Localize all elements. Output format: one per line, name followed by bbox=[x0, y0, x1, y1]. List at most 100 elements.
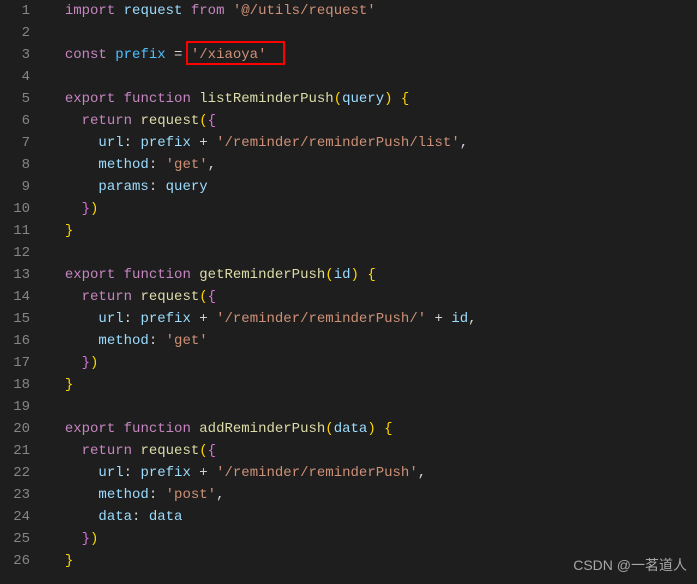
function-call: request bbox=[140, 113, 199, 129]
identifier: prefix bbox=[140, 311, 190, 327]
code-line: return request({ bbox=[48, 440, 697, 462]
function-call: request bbox=[140, 289, 199, 305]
string-literal: '/xiaoya' bbox=[191, 47, 267, 63]
line-number: 19 bbox=[0, 396, 30, 418]
function-name: listReminderPush bbox=[199, 91, 333, 107]
identifier: prefix bbox=[115, 47, 165, 63]
param: id bbox=[334, 267, 351, 283]
code-line: return request({ bbox=[48, 286, 697, 308]
line-number: 4 bbox=[0, 66, 30, 88]
code-line: method: 'post', bbox=[48, 484, 697, 506]
line-number: 14 bbox=[0, 286, 30, 308]
line-number: 10 bbox=[0, 198, 30, 220]
code-editor[interactable]: 1234567891011121314151617181920212223242… bbox=[0, 0, 697, 572]
property: method bbox=[98, 333, 148, 349]
code-line: } bbox=[48, 374, 697, 396]
code-line bbox=[48, 242, 697, 264]
property: url bbox=[98, 465, 123, 481]
line-number: 12 bbox=[0, 242, 30, 264]
code-line bbox=[48, 396, 697, 418]
string-literal: '/reminder/reminderPush/list' bbox=[216, 135, 460, 151]
code-line bbox=[48, 22, 697, 44]
property: url bbox=[98, 135, 123, 151]
code-line: export function getReminderPush(id) { bbox=[48, 264, 697, 286]
line-number: 17 bbox=[0, 352, 30, 374]
keyword-return: return bbox=[82, 289, 132, 305]
code-line: params: query bbox=[48, 176, 697, 198]
string-literal: 'get' bbox=[166, 157, 208, 173]
line-number: 2 bbox=[0, 22, 30, 44]
code-line: url: prefix + '/reminder/reminderPush/' … bbox=[48, 308, 697, 330]
string-literal: '/reminder/reminderPush/' bbox=[216, 311, 426, 327]
keyword-export: export bbox=[65, 267, 115, 283]
code-line bbox=[48, 66, 697, 88]
code-line: method: 'get', bbox=[48, 154, 697, 176]
line-number: 15 bbox=[0, 308, 30, 330]
property: params bbox=[98, 179, 148, 195]
code-line: return request({ bbox=[48, 110, 697, 132]
operator: = bbox=[166, 47, 191, 63]
code-line: import request from '@/utils/request' bbox=[48, 0, 697, 22]
code-line: }) bbox=[48, 352, 697, 374]
code-line: url: prefix + '/reminder/reminderPush', bbox=[48, 462, 697, 484]
keyword-function: function bbox=[124, 267, 191, 283]
line-number: 1 bbox=[0, 0, 30, 22]
watermark-text: CSDN @一茗道人 bbox=[573, 554, 687, 576]
code-line: method: 'get' bbox=[48, 330, 697, 352]
line-number: 6 bbox=[0, 110, 30, 132]
code-line: data: data bbox=[48, 506, 697, 528]
keyword-export: export bbox=[65, 421, 115, 437]
line-number: 7 bbox=[0, 132, 30, 154]
param: data bbox=[334, 421, 368, 437]
identifier: prefix bbox=[140, 465, 190, 481]
line-number: 26 bbox=[0, 550, 30, 572]
line-number: 25 bbox=[0, 528, 30, 550]
code-line: }) bbox=[48, 198, 697, 220]
identifier: query bbox=[166, 179, 208, 195]
keyword-import: import bbox=[65, 3, 115, 19]
line-number: 18 bbox=[0, 374, 30, 396]
code-line: url: prefix + '/reminder/reminderPush/li… bbox=[48, 132, 697, 154]
line-number: 3 bbox=[0, 44, 30, 66]
operator: + bbox=[191, 311, 216, 327]
keyword-function: function bbox=[124, 421, 191, 437]
property: method bbox=[98, 487, 148, 503]
line-number: 5 bbox=[0, 88, 30, 110]
line-number: 9 bbox=[0, 176, 30, 198]
code-line: const prefix = '/xiaoya' bbox=[48, 44, 697, 66]
function-call: request bbox=[140, 443, 199, 459]
keyword-return: return bbox=[82, 113, 132, 129]
keyword-from: from bbox=[191, 3, 225, 19]
function-name: getReminderPush bbox=[199, 267, 325, 283]
keyword-function: function bbox=[124, 91, 191, 107]
line-number: 16 bbox=[0, 330, 30, 352]
line-number: 22 bbox=[0, 462, 30, 484]
string-literal: 'get' bbox=[166, 333, 208, 349]
string-literal: '/reminder/reminderPush' bbox=[216, 465, 418, 481]
string-literal: '@/utils/request' bbox=[233, 3, 376, 19]
keyword-const: const bbox=[65, 47, 107, 63]
code-line: export function listReminderPush(query) … bbox=[48, 88, 697, 110]
operator: + bbox=[191, 465, 216, 481]
param: query bbox=[342, 91, 384, 107]
line-number: 21 bbox=[0, 440, 30, 462]
line-number: 11 bbox=[0, 220, 30, 242]
line-number: 24 bbox=[0, 506, 30, 528]
property: data bbox=[98, 509, 132, 525]
code-line: export function addReminderPush(data) { bbox=[48, 418, 697, 440]
identifier: prefix bbox=[140, 135, 190, 151]
identifier: data bbox=[149, 509, 183, 525]
line-number-gutter: 1234567891011121314151617181920212223242… bbox=[0, 0, 44, 572]
function-name: addReminderPush bbox=[199, 421, 325, 437]
line-number: 20 bbox=[0, 418, 30, 440]
operator: + bbox=[426, 311, 451, 327]
line-number: 23 bbox=[0, 484, 30, 506]
keyword-return: return bbox=[82, 443, 132, 459]
property: method bbox=[98, 157, 148, 173]
string-literal: 'post' bbox=[166, 487, 216, 503]
operator: + bbox=[191, 135, 216, 151]
line-number: 8 bbox=[0, 154, 30, 176]
code-area[interactable]: import request from '@/utils/request' co… bbox=[44, 0, 697, 572]
property: url bbox=[98, 311, 123, 327]
keyword-export: export bbox=[65, 91, 115, 107]
